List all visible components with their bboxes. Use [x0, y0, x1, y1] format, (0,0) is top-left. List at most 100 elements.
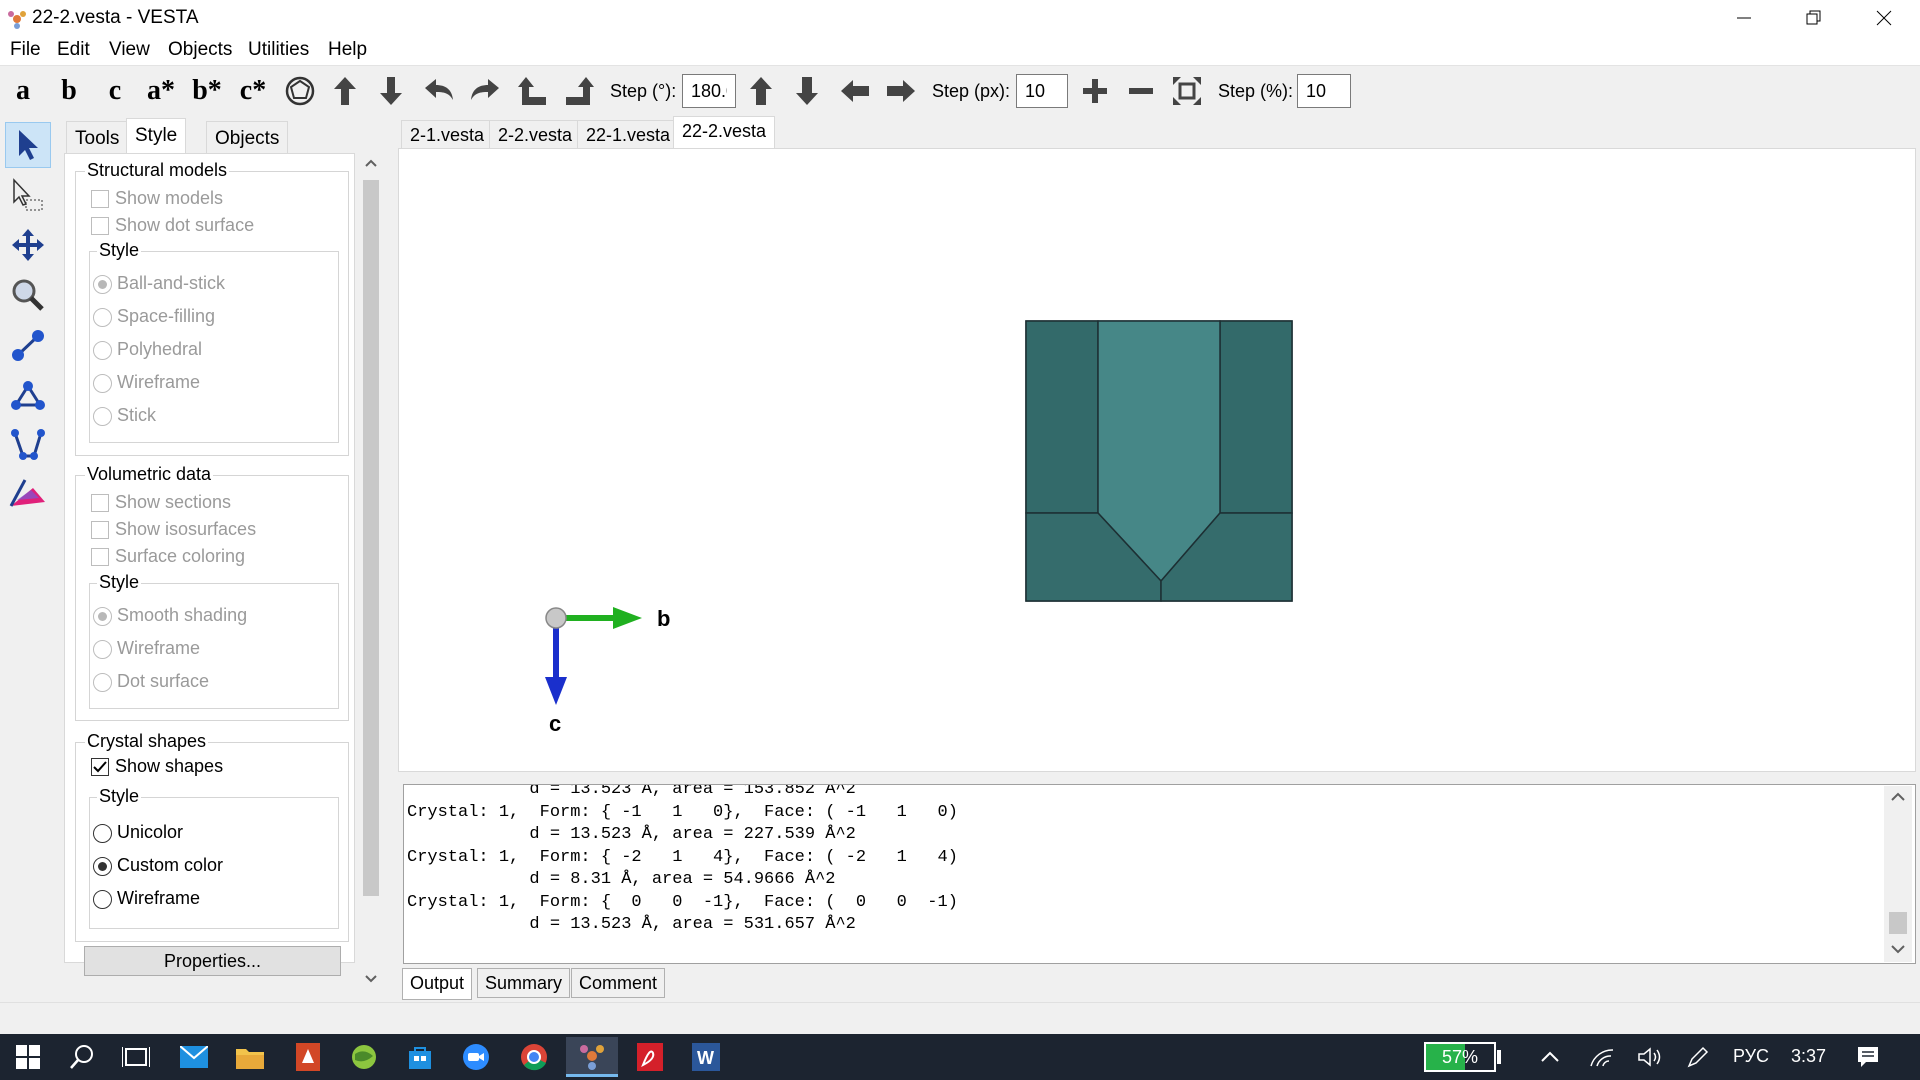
- fit-to-screen-button[interactable]: [1170, 74, 1204, 108]
- output-log: d = 13.523 Å, area = 153.852 Å^2 Crystal…: [407, 785, 958, 937]
- show-dot-surface-checkbox[interactable]: [91, 217, 109, 235]
- translate-right-button[interactable]: [884, 74, 918, 108]
- rotate-ccw-button[interactable]: [516, 74, 550, 108]
- shape-wireframe-radio[interactable]: [93, 890, 112, 909]
- rotate-down-button[interactable]: [374, 74, 408, 108]
- ball-and-stick-radio[interactable]: [93, 275, 112, 294]
- custom-color-radio[interactable]: [93, 857, 112, 876]
- panel-scrollbar[interactable]: [360, 154, 382, 990]
- pen-workspace-button[interactable]: [1676, 1037, 1720, 1077]
- show-isosurfaces-checkbox[interactable]: [91, 521, 109, 539]
- close-button[interactable]: [1850, 0, 1918, 36]
- tab-comment[interactable]: Comment: [571, 968, 666, 998]
- taskbar-zoom-app[interactable]: [450, 1037, 502, 1077]
- view-along-b-star-button[interactable]: b*: [190, 74, 224, 108]
- restore-button[interactable]: [1780, 0, 1848, 36]
- translate-up-button[interactable]: [744, 74, 778, 108]
- polyhedral-radio[interactable]: [93, 341, 112, 360]
- axis-c-label: c: [549, 711, 561, 736]
- axis-b-label: b: [657, 606, 670, 631]
- input-language[interactable]: РУС: [1733, 1046, 1769, 1067]
- rotate-right-button[interactable]: [468, 74, 502, 108]
- translate-tool-button[interactable]: [5, 222, 51, 268]
- rotate-left-button[interactable]: [422, 74, 456, 108]
- step-px-input[interactable]: [1016, 74, 1068, 108]
- curved-arrow-left-icon: [425, 79, 453, 100]
- stick-radio[interactable]: [93, 407, 112, 426]
- taskbar-chrome[interactable]: [508, 1037, 560, 1077]
- output-scrollbar[interactable]: [1884, 786, 1912, 962]
- taskbar-vesta[interactable]: [566, 1037, 618, 1077]
- taskbar-store-app[interactable]: [394, 1037, 446, 1077]
- zoom-out-button[interactable]: [1124, 74, 1158, 108]
- volume-button[interactable]: [1628, 1037, 1672, 1077]
- doc-tab-22-1[interactable]: 22-1.vesta: [577, 120, 680, 150]
- output-text-area[interactable]: d = 13.523 Å, area = 153.852 Å^2 Crystal…: [403, 784, 1916, 964]
- taskbar-office-app[interactable]: [282, 1037, 334, 1077]
- reset-orientation-button[interactable]: [283, 74, 317, 108]
- distance-tool-button[interactable]: [5, 322, 51, 368]
- taskbar-search-button[interactable]: [56, 1037, 108, 1077]
- menu-file[interactable]: File: [10, 39, 41, 61]
- space-filling-radio[interactable]: [93, 308, 112, 327]
- smooth-shading-radio[interactable]: [93, 607, 112, 626]
- stick-label: Stick: [117, 405, 157, 425]
- taskbar-mail-app[interactable]: [168, 1037, 220, 1077]
- properties-button[interactable]: Properties...: [84, 946, 341, 976]
- step-degree-input[interactable]: [682, 74, 736, 108]
- tab-tools[interactable]: Tools: [66, 121, 129, 153]
- show-models-checkbox[interactable]: [91, 190, 109, 208]
- taskbar-acrobat[interactable]: [624, 1037, 676, 1077]
- show-sections-checkbox[interactable]: [91, 494, 109, 512]
- show-hidden-icons-button[interactable]: [1528, 1037, 1572, 1077]
- step-percent-input[interactable]: [1297, 74, 1351, 108]
- tab-output[interactable]: Output: [402, 968, 473, 1000]
- structure-viewport[interactable]: b c: [398, 148, 1916, 772]
- action-center-button[interactable]: [1846, 1037, 1890, 1077]
- minimize-button[interactable]: [1710, 0, 1778, 36]
- menu-utilities[interactable]: Utilities: [248, 39, 309, 61]
- taskbar-green-app[interactable]: [338, 1037, 390, 1077]
- view-along-a-button[interactable]: a: [6, 74, 40, 108]
- doc-tab-2-1[interactable]: 2-1.vesta: [401, 120, 494, 150]
- dihedral-tool-button[interactable]: [5, 422, 51, 468]
- rotate-up-button[interactable]: [328, 74, 362, 108]
- angle-tool-button[interactable]: [5, 372, 51, 418]
- volumetric-wireframe-radio[interactable]: [93, 640, 112, 659]
- zoom-in-button[interactable]: [1078, 74, 1112, 108]
- battery-indicator[interactable]: 57%: [1424, 1042, 1496, 1072]
- menu-help[interactable]: Help: [328, 39, 367, 61]
- doc-tab-22-2[interactable]: 22-2.vesta: [673, 116, 776, 150]
- show-shapes-checkbox[interactable]: [91, 758, 109, 776]
- surface-coloring-checkbox[interactable]: [91, 548, 109, 566]
- tab-style[interactable]: Style: [126, 118, 187, 154]
- tab-summary[interactable]: Summary: [477, 968, 571, 998]
- view-along-c-button[interactable]: c: [98, 74, 132, 108]
- network-button[interactable]: [1580, 1037, 1624, 1077]
- lattice-plane-tool-button[interactable]: [5, 472, 51, 518]
- select-tool-button[interactable]: [5, 122, 51, 168]
- menu-view[interactable]: View: [109, 39, 150, 61]
- menu-edit[interactable]: Edit: [57, 39, 90, 61]
- view-along-c-star-button[interactable]: c*: [236, 74, 270, 108]
- start-button[interactable]: [2, 1037, 54, 1077]
- view-along-a-star-button[interactable]: a*: [144, 74, 178, 108]
- clock-time[interactable]: 3:37: [1791, 1046, 1826, 1067]
- translate-left-button[interactable]: [838, 74, 872, 108]
- unicolor-radio[interactable]: [93, 824, 112, 843]
- output-line: d = 13.523 Å, area = 531.657 Å^2: [407, 915, 856, 934]
- view-along-b-button[interactable]: b: [52, 74, 86, 108]
- translate-down-button[interactable]: [790, 74, 824, 108]
- tab-objects[interactable]: Objects: [206, 121, 289, 153]
- task-view-button[interactable]: [110, 1037, 162, 1077]
- rotate-cw-button[interactable]: [562, 74, 596, 108]
- taskbar-word[interactable]: W: [680, 1037, 732, 1077]
- magnify-tool-button[interactable]: [5, 272, 51, 318]
- doc-tab-2-2[interactable]: 2-2.vesta: [489, 120, 582, 150]
- menu-objects[interactable]: Objects: [168, 39, 232, 61]
- wireframe-radio[interactable]: [93, 374, 112, 393]
- taskbar-file-explorer[interactable]: [224, 1037, 276, 1077]
- dihedral-angle-icon: [11, 429, 45, 460]
- dot-surface-radio[interactable]: [93, 673, 112, 692]
- select-region-tool-button[interactable]: [5, 172, 51, 218]
